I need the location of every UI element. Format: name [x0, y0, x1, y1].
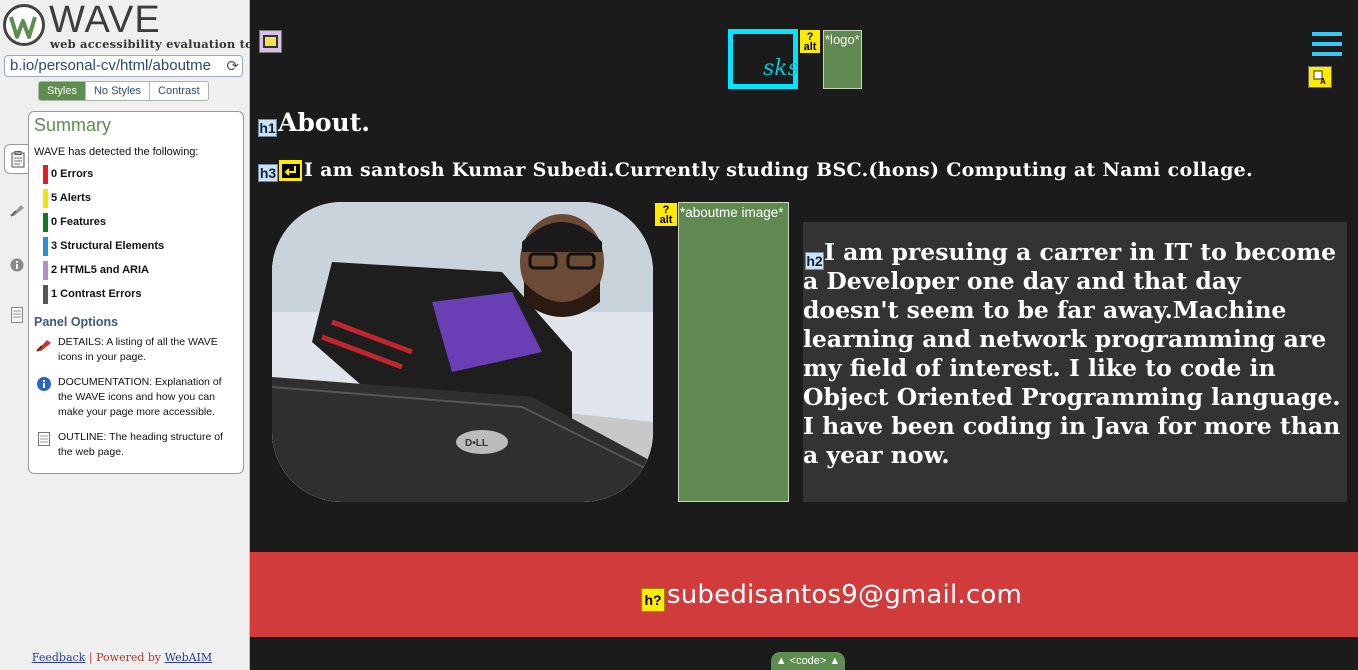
alt-icon-label: alt: [659, 213, 673, 226]
summary-structural-label: 3 Structural Elements: [51, 240, 165, 252]
url-input[interactable]: b.io/personal-cv/html/aboutme ⟳: [4, 55, 243, 77]
summary-alerts-label: 5 Alerts: [51, 192, 91, 204]
summary-contrast[interactable]: 1 Contrast Errors: [43, 285, 164, 309]
contrast-color-bar: [43, 285, 48, 304]
intro-subheading: I am santosh Kumar Subedi.Currently stud…: [304, 159, 1253, 181]
summary-aria-label: 2 HTML5 and ARIA: [51, 264, 149, 276]
info-icon: [37, 377, 51, 391]
up-arrow-icon: ▲: [775, 655, 787, 667]
summary-alerts[interactable]: 5 Alerts: [43, 189, 164, 213]
site-logo-text: sks: [763, 56, 799, 81]
documentation-option-text: DOCUMENTATION: Explanation of the WAVE i…: [58, 376, 222, 418]
bio-paragraph: I am presuing a carrer in IT to become a…: [803, 238, 1341, 469]
summary-features-label: 0 Features: [51, 216, 107, 228]
code-toggle-tab[interactable]: ▲ <code> ▲: [771, 652, 845, 670]
site-logo[interactable]: sks: [728, 29, 799, 89]
alerts-color-bar: [43, 189, 48, 208]
redundant-link-icon[interactable]: [279, 160, 302, 181]
documentation-info-icon[interactable]: [6, 254, 28, 276]
details-flag-icon[interactable]: [6, 199, 28, 221]
url-text: b.io/personal-cv/html/aboutme: [10, 57, 211, 74]
svg-text:A: A: [1320, 77, 1326, 86]
code-tab-label: <code>: [789, 655, 827, 667]
summary-errors-label: 0 Errors: [51, 168, 94, 180]
outline-document-icon: [38, 432, 50, 446]
view-tabs: Styles No Styles Contrast: [38, 81, 209, 101]
page-content: sks ? alt *logo* A h1 About. h3 I am san…: [250, 0, 1358, 670]
structural-color-bar: [43, 237, 48, 256]
alt-icon-label: alt: [803, 40, 817, 53]
contact-email[interactable]: subedisantos9@gmail.com: [667, 580, 1022, 610]
outline-document-icon[interactable]: [6, 304, 28, 326]
detected-text: WAVE has detected the following:: [34, 146, 199, 158]
sidebar-footer: Feedback | Powered by WebAIM: [0, 651, 244, 664]
panel-option-details[interactable]: DETAILS: A listing of all the WAVE icons…: [34, 335, 239, 365]
wave-logo[interactable]: WAVE web accessibility evaluation tool: [3, 0, 265, 51]
up-arrow-icon: ▲: [829, 655, 841, 667]
feedback-link[interactable]: Feedback: [32, 651, 86, 664]
panel-option-documentation[interactable]: DOCUMENTATION: Explanation of the WAVE i…: [34, 375, 239, 420]
wave-subtitle: web accessibility evaluation tool: [50, 37, 266, 51]
wave-logo-icon: [3, 4, 45, 46]
panel-option-outline[interactable]: OUTLINE: The heading structure of the we…: [34, 430, 239, 460]
wave-sidebar: WAVE web accessibility evaluation tool b…: [0, 0, 265, 670]
panel-options-heading: Panel Options: [34, 315, 119, 329]
tab-no-styles[interactable]: No Styles: [86, 82, 151, 100]
aria-color-bar: [43, 261, 48, 280]
h3-icon[interactable]: h3: [258, 164, 278, 182]
summary-structural[interactable]: 3 Structural Elements: [43, 237, 164, 261]
summary-errors[interactable]: 0 Errors: [43, 165, 164, 189]
wave-title: WAVE: [49, 0, 161, 41]
aboutme-image-alt-text: *aboutme image*: [678, 202, 789, 502]
h2-icon[interactable]: h2: [805, 252, 824, 270]
h1-icon[interactable]: h1: [258, 119, 277, 137]
contrast-error-icon[interactable]: A: [1308, 66, 1332, 88]
summary-clipboard-icon[interactable]: [4, 144, 31, 174]
alt-icon-question: ?: [806, 30, 814, 43]
summary-html5-aria[interactable]: 2 HTML5 and ARIA: [43, 261, 164, 285]
profile-photo: D•LL: [272, 202, 653, 502]
tab-contrast[interactable]: Contrast: [150, 82, 208, 100]
svg-text:D•LL: D•LL: [465, 438, 488, 449]
details-option-text: DETAILS: A listing of all the WAVE icons…: [58, 336, 218, 363]
hamburger-menu-icon[interactable]: [1312, 32, 1342, 60]
tab-styles[interactable]: Styles: [39, 82, 86, 100]
errors-color-bar: [43, 165, 48, 184]
alt-icon-question: ?: [662, 203, 670, 216]
reload-icon[interactable]: ⟳: [226, 57, 239, 75]
summary-features[interactable]: 0 Features: [43, 213, 164, 237]
summary-contrast-label: 1 Contrast Errors: [51, 288, 142, 300]
navigation-structure-icon[interactable]: [259, 30, 282, 53]
suspicious-alt-icon[interactable]: ? alt: [800, 30, 820, 53]
logo-alt-text: *logo*: [823, 30, 862, 89]
webaim-link[interactable]: WebAIM: [165, 651, 213, 664]
footer-separator: |: [88, 651, 93, 664]
powered-by-text: Powered by: [96, 651, 162, 664]
details-flag-icon: [36, 340, 51, 352]
summary-heading: Summary: [34, 115, 112, 135]
summary-panel: Summary WAVE has detected the following:…: [28, 111, 244, 474]
features-color-bar: [43, 213, 48, 232]
page-heading: About.: [278, 108, 370, 137]
suspicious-alt-icon-image[interactable]: ? alt: [655, 203, 677, 226]
possible-heading-icon[interactable]: h?: [641, 588, 665, 612]
outline-option-text: OUTLINE: The heading structure of the we…: [58, 431, 223, 458]
summary-list: 0 Errors 5 Alerts 0 Features 3 Structura…: [43, 165, 164, 309]
